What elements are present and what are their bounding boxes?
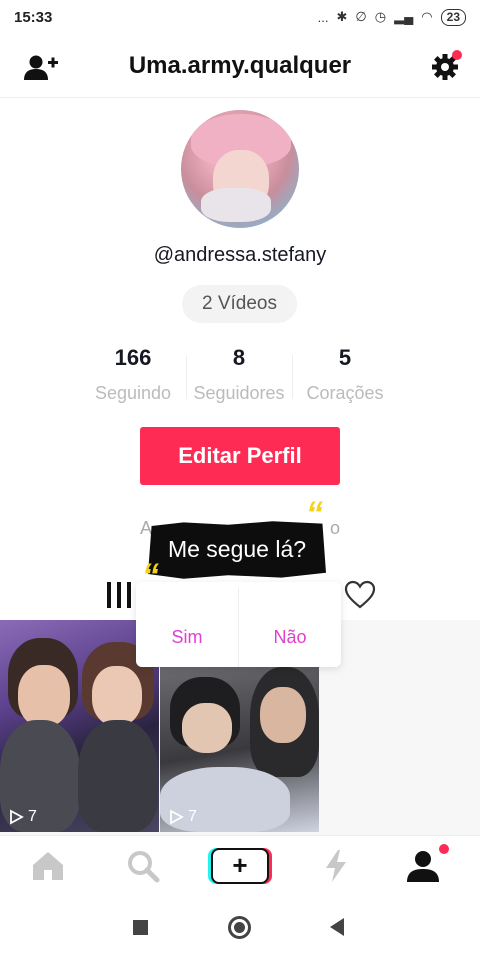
home-icon[interactable]: [30, 848, 66, 884]
status-bar: 15:33 ... ✱ ∅ ◷ ▂▄ ◠ 23: [0, 0, 480, 34]
profile-username: @andressa.stefany: [153, 244, 327, 266]
play-count-value: 7: [28, 808, 37, 825]
profile-header: Uma.army.qualquer: [0, 34, 480, 98]
status-icons: ... ✱ ∅ ◷ ▂▄ ◠ 23: [317, 8, 466, 26]
play-icon: [10, 809, 24, 825]
profile-icon[interactable]: [405, 848, 441, 884]
stat-likes-label: Corações: [306, 383, 384, 403]
recent-apps-icon[interactable]: [133, 920, 148, 935]
profile-stats: 166 Seguindo 8 Seguidores 5 Corações: [80, 345, 400, 404]
create-video-button[interactable]: +: [211, 848, 269, 884]
videos-count-badge: 2 Vídeos: [182, 285, 297, 323]
system-nav-bar: [0, 897, 480, 960]
yes-button[interactable]: Sim: [136, 612, 238, 662]
page-title: Uma.army.qualquer: [128, 51, 352, 79]
plus-icon: +: [232, 850, 248, 880]
no-button[interactable]: Não: [239, 612, 341, 662]
stat-likes[interactable]: 5 Corações: [292, 345, 398, 404]
avatar[interactable]: [181, 110, 299, 228]
home-button-icon[interactable]: [228, 916, 251, 939]
status-time: 15:33: [14, 8, 53, 26]
avatar-hand: [201, 188, 271, 222]
stat-following-value: 166: [114, 345, 152, 370]
profile-notification-dot: [439, 844, 449, 854]
quote-mark-bottom: “: [142, 557, 159, 595]
mute-icon: ∅: [355, 9, 367, 24]
heart-icon[interactable]: [344, 580, 376, 610]
stat-following-label: Seguindo: [94, 383, 172, 403]
search-icon[interactable]: [125, 848, 161, 884]
wifi-icon: ◠: [421, 9, 433, 24]
sticker-question[interactable]: Me segue lá?: [148, 521, 326, 579]
status-dots: ...: [317, 9, 329, 25]
play-icon: [170, 809, 184, 825]
grid-icon[interactable]: [107, 582, 131, 608]
quote-mark-top: “: [306, 495, 323, 533]
stat-following[interactable]: 166 Seguindo: [80, 345, 186, 404]
bio-partial-right: o: [329, 518, 340, 538]
battery-indicator: 23: [440, 8, 466, 26]
video-thumbnail[interactable]: 7: [160, 667, 319, 832]
flash-icon[interactable]: [318, 848, 354, 884]
bluetooth-icon: ✱: [336, 9, 348, 24]
signal-icon: ▂▄: [394, 9, 414, 24]
bio-partial-left: A: [140, 518, 153, 538]
alarm-icon: ◷: [374, 9, 387, 24]
stat-followers-value: 8: [232, 345, 246, 370]
back-icon[interactable]: [330, 918, 344, 936]
play-count: 7: [168, 808, 197, 826]
follow-poll-popup: Sim Não: [136, 582, 341, 667]
stat-likes-value: 5: [338, 345, 352, 370]
play-count-value: 7: [188, 808, 197, 825]
settings-notification-dot: [452, 50, 462, 60]
stat-followers-label: Seguidores: [193, 383, 285, 403]
play-count: 7: [8, 808, 37, 826]
add-user-icon[interactable]: [24, 54, 58, 82]
edit-profile-button[interactable]: Editar Perfil: [140, 427, 340, 485]
stat-followers[interactable]: 8 Seguidores: [186, 345, 292, 404]
bottom-nav: +: [0, 835, 480, 897]
